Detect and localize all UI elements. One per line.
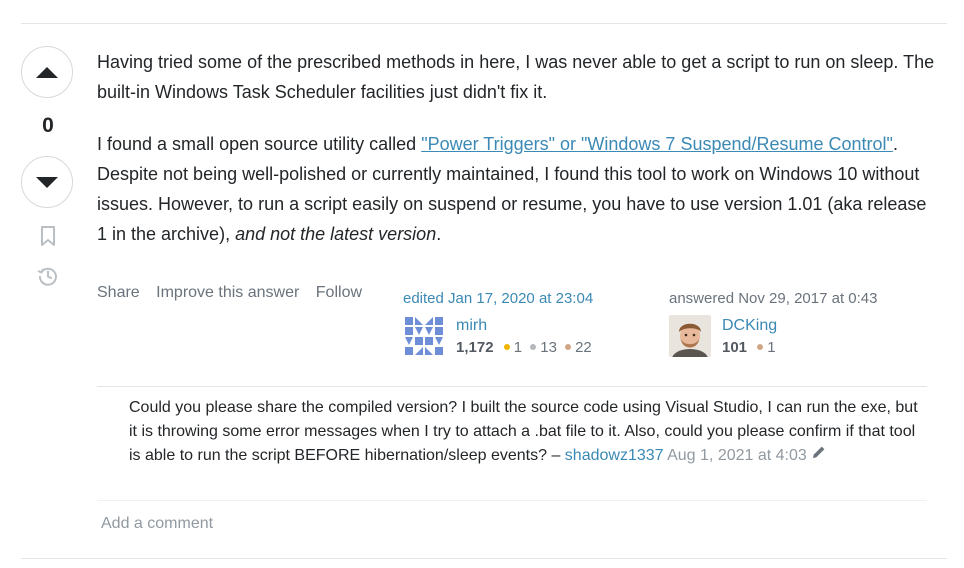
silver-badge-icon — [530, 344, 537, 351]
comment-date[interactable]: Aug 1, 2021 at 4:03 — [667, 447, 807, 464]
share-link[interactable]: Share — [97, 284, 140, 301]
author-photo — [669, 315, 711, 357]
bronze-badge-icon — [565, 344, 572, 351]
comments-divider-bottom — [97, 500, 927, 501]
gold-badge-count: 1 — [513, 339, 523, 356]
answered-time: answered Nov 29, 2017 at 0:43 — [669, 290, 878, 307]
answer-body: Having tried some of the prescribed meth… — [97, 47, 937, 271]
editor-signature: edited Jan 17, 2020 at 23:04 mirh 1,172 … — [403, 289, 643, 359]
bookmark-button[interactable] — [36, 224, 60, 248]
power-triggers-link[interactable]: "Power Triggers" or "Windows 7 Suspend/R… — [421, 134, 893, 154]
author-signature: answered Nov 29, 2017 at 0:43 DCKing 101… — [669, 289, 909, 359]
identicon-image — [403, 315, 445, 357]
paragraph-text: . — [436, 224, 442, 244]
author-stats: 101 1 — [722, 337, 780, 359]
bookmark-icon — [41, 226, 55, 246]
follow-link[interactable]: Follow — [316, 284, 362, 301]
improve-answer-link[interactable]: Improve this answer — [156, 284, 299, 301]
paragraph-text: I found a small open source utility call… — [97, 134, 422, 154]
bronze-badge-count: 1 — [767, 339, 776, 356]
vote-count: 0 — [42, 114, 54, 137]
comment: Could you please share the compiled vers… — [129, 396, 919, 468]
answer-paragraph-2: I found a small open source utility call… — [97, 129, 937, 249]
bottom-divider — [21, 558, 947, 559]
post-actions: Share Improve this answer Follow — [97, 284, 374, 302]
bronze-badge-icon — [757, 344, 764, 351]
comments-divider — [97, 386, 927, 387]
add-comment-link[interactable]: Add a comment — [101, 515, 213, 533]
author-name-link[interactable]: DCKing — [722, 315, 780, 337]
reputation-score: 101 — [722, 339, 748, 356]
downvote-button[interactable] — [21, 156, 73, 208]
gold-badge-icon — [503, 344, 510, 351]
top-divider — [21, 23, 947, 24]
reputation-score: 1,172 — [456, 339, 494, 356]
emphasis-text: and not the latest version — [235, 224, 437, 244]
upvote-button[interactable] — [21, 46, 73, 98]
history-icon — [37, 267, 57, 286]
pencil-icon[interactable] — [811, 444, 827, 468]
edited-time-link[interactable]: edited Jan 17, 2020 at 23:04 — [403, 289, 643, 309]
editor-stats: 1,172 1 13 22 — [456, 337, 596, 359]
history-button[interactable] — [36, 264, 60, 288]
comment-user-link[interactable]: shadowz1337 — [565, 447, 664, 464]
author-avatar[interactable] — [669, 315, 711, 357]
silver-badge-count: 13 — [540, 339, 557, 356]
editor-avatar[interactable] — [403, 315, 445, 357]
editor-name-link[interactable]: mirh — [456, 315, 596, 337]
upvote-icon — [36, 66, 58, 78]
bronze-badge-count: 22 — [575, 339, 592, 356]
answer-paragraph-1: Having tried some of the prescribed meth… — [97, 52, 935, 102]
downvote-icon — [36, 176, 58, 188]
